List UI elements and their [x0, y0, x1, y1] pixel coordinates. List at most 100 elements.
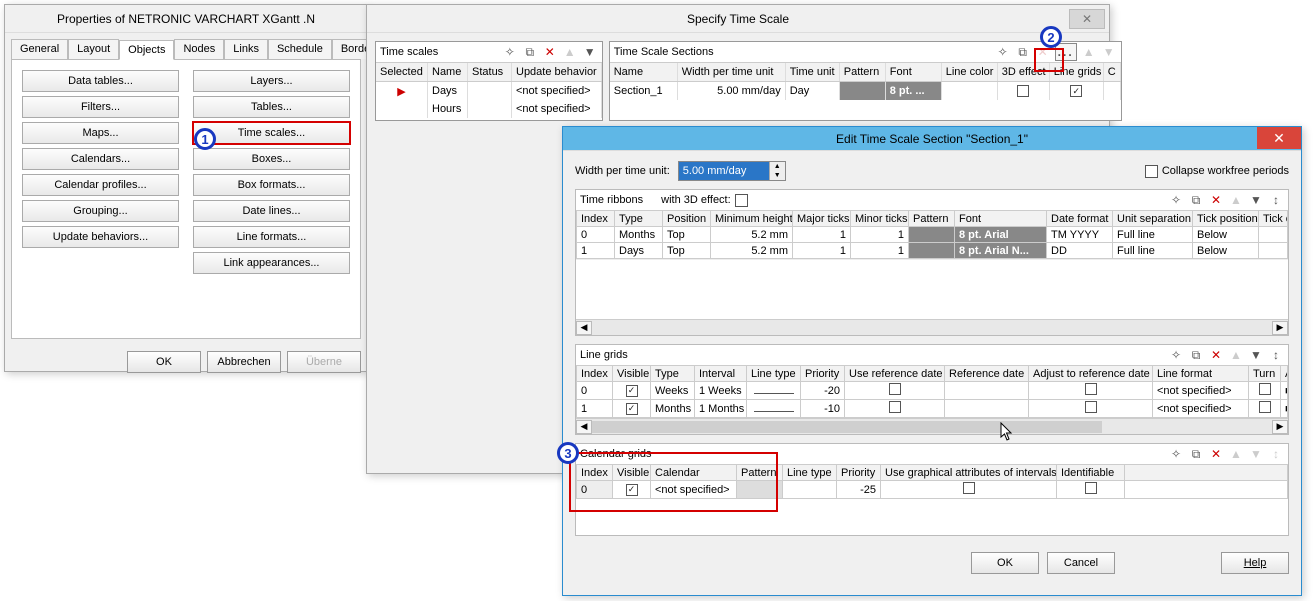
time-scale-row[interactable]: ▶ Days <not specified>	[376, 82, 602, 100]
tables-button[interactable]: Tables...	[193, 96, 350, 118]
scroll-right-icon[interactable]: ▶	[1272, 420, 1288, 434]
new-icon[interactable]: ✧	[995, 44, 1011, 60]
time-scale-row[interactable]: Hours <not specified>	[376, 100, 602, 118]
edit-section-button[interactable]: ...	[1055, 43, 1077, 61]
grid-row[interactable]: 1 ✓ Months 1 Months -10 <not specified> …	[577, 400, 1288, 418]
ribbons-hscroll[interactable]: ◀ ▶	[576, 319, 1288, 335]
delete-icon[interactable]: ✕	[1208, 446, 1224, 462]
new-icon[interactable]: ✧	[1168, 192, 1184, 208]
down-icon[interactable]: ▼	[1248, 347, 1264, 363]
col-format[interactable]: Date format	[1047, 211, 1113, 227]
reorder-icon[interactable]: ↕	[1268, 192, 1284, 208]
cgc-usegfx[interactable]: Use graphical attributes of intervals	[881, 465, 1057, 481]
col-section-name[interactable]: Name	[610, 63, 678, 81]
col-tickpos[interactable]: Tick position	[1193, 211, 1259, 227]
col-3d[interactable]: 3D effect	[998, 63, 1050, 81]
cgc-ident[interactable]: Identifiable	[1057, 465, 1125, 481]
cgc-pattern[interactable]: Pattern	[737, 465, 783, 481]
col-major[interactable]: Major ticks	[793, 211, 851, 227]
grid-row[interactable]: 0 ✓ Weeks 1 Weeks -20 <not specified> ■	[577, 382, 1288, 400]
time-scales-button[interactable]: Time scales...	[193, 122, 350, 144]
collapse-checkbox[interactable]: Collapse workfree periods	[1145, 165, 1289, 178]
col-pattern[interactable]: Pattern	[909, 211, 955, 227]
width-input[interactable]	[679, 162, 769, 180]
calendars-button[interactable]: Calendars...	[22, 148, 179, 170]
col-type[interactable]: Type	[615, 211, 663, 227]
col-tickcolor[interactable]: Tick color	[1259, 211, 1288, 227]
maps-button[interactable]: Maps...	[22, 122, 179, 144]
cgc-visible[interactable]: Visible	[613, 465, 651, 481]
box-formats-button[interactable]: Box formats...	[193, 174, 350, 196]
col-name[interactable]: Name	[428, 63, 468, 81]
boxes-button[interactable]: Boxes...	[193, 148, 350, 170]
calgrid-row[interactable]: 0 ✓ <not specified> -25	[577, 481, 1288, 499]
gc-lfmt[interactable]: Line format	[1153, 366, 1249, 382]
col-minor[interactable]: Minor ticks	[851, 211, 909, 227]
gc-align[interactable]: Alignme	[1281, 366, 1288, 382]
gc-priority[interactable]: Priority	[801, 366, 845, 382]
col-position[interactable]: Position	[663, 211, 711, 227]
ribbon-row[interactable]: 0 Months Top 5.2 mm 1 1 8 pt. Arial TM Y…	[577, 227, 1288, 243]
edit-ok-button[interactable]: OK	[971, 552, 1039, 574]
col-status[interactable]: Status	[468, 63, 512, 81]
update-behaviors-button[interactable]: Update behaviors...	[22, 226, 179, 248]
tab-objects[interactable]: Objects	[119, 40, 174, 60]
col-line-color[interactable]: Line color	[942, 63, 998, 81]
cgc-linetype[interactable]: Line type	[783, 465, 837, 481]
gc-interval[interactable]: Interval	[695, 366, 747, 382]
line-formats-button[interactable]: Line formats...	[193, 226, 350, 248]
down-icon[interactable]: ▼	[582, 44, 598, 60]
tab-links[interactable]: Links	[224, 39, 268, 59]
copy-icon[interactable]: ⧉	[1015, 44, 1031, 60]
width-spinner[interactable]: ▲▼	[678, 161, 786, 181]
scroll-left-icon[interactable]: ◀	[576, 420, 592, 434]
scroll-right-icon[interactable]: ▶	[1272, 321, 1288, 335]
tab-layout[interactable]: Layout	[68, 39, 119, 59]
delete-icon[interactable]: ✕	[1208, 192, 1224, 208]
layers-button[interactable]: Layers...	[193, 70, 350, 92]
spin-up-icon[interactable]: ▲	[770, 162, 785, 171]
props-cancel-button[interactable]: Abbrechen	[207, 351, 281, 373]
copy-icon[interactable]: ⧉	[522, 44, 538, 60]
col-minheight[interactable]: Minimum height	[711, 211, 793, 227]
reorder-icon[interactable]: ↕	[1268, 347, 1284, 363]
new-icon[interactable]: ✧	[1168, 347, 1184, 363]
edit-cancel-button[interactable]: Cancel	[1047, 552, 1115, 574]
cell-3d[interactable]	[998, 82, 1050, 100]
tab-nodes[interactable]: Nodes	[174, 39, 224, 59]
gc-turn[interactable]: Turn	[1249, 366, 1281, 382]
copy-icon[interactable]: ⧉	[1188, 446, 1204, 462]
cgc-calendar[interactable]: Calendar	[651, 465, 737, 481]
cgc-priority[interactable]: Priority	[837, 465, 881, 481]
with-3d-checkbox[interactable]: with 3D effect:	[661, 194, 748, 207]
col-font[interactable]: Font	[955, 211, 1047, 227]
grouping-button[interactable]: Grouping...	[22, 200, 179, 222]
spin-down-icon[interactable]: ▼	[770, 171, 785, 180]
col-font[interactable]: Font	[886, 63, 942, 81]
new-icon[interactable]: ✧	[502, 44, 518, 60]
gc-index[interactable]: Index	[577, 366, 613, 382]
gc-visible[interactable]: Visible	[613, 366, 651, 382]
col-pattern[interactable]: Pattern	[840, 63, 886, 81]
col-selected[interactable]: Selected	[376, 63, 428, 81]
gc-type[interactable]: Type	[651, 366, 695, 382]
gc-refdate[interactable]: Reference date	[945, 366, 1029, 382]
edit-close-button[interactable]: ✕	[1257, 127, 1301, 149]
cgc-index[interactable]: Index	[577, 465, 613, 481]
tab-schedule[interactable]: Schedule	[268, 39, 332, 59]
col-sep[interactable]: Unit separation	[1113, 211, 1193, 227]
col-line-grids[interactable]: Line grids	[1050, 63, 1104, 81]
filters-button[interactable]: Filters...	[22, 96, 179, 118]
gc-linetype[interactable]: Line type	[747, 366, 801, 382]
delete-icon[interactable]: ✕	[1208, 347, 1224, 363]
copy-icon[interactable]: ⧉	[1188, 347, 1204, 363]
scroll-left-icon[interactable]: ◀	[576, 321, 592, 335]
copy-icon[interactable]: ⧉	[1188, 192, 1204, 208]
spec-close-button[interactable]: ✕	[1069, 9, 1105, 29]
data-tables-button[interactable]: Data tables...	[22, 70, 179, 92]
cell-grids[interactable]: ✓	[1050, 82, 1104, 100]
new-icon[interactable]: ✧	[1168, 446, 1184, 462]
gc-useref[interactable]: Use reference date	[845, 366, 945, 382]
date-lines-button[interactable]: Date lines...	[193, 200, 350, 222]
col-width[interactable]: Width per time unit	[678, 63, 786, 81]
